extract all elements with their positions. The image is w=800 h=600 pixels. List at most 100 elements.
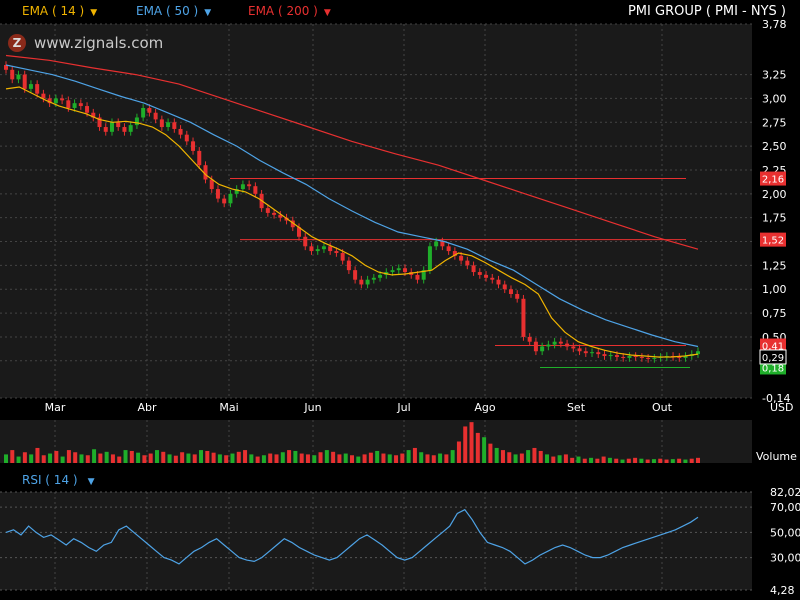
rsi-tick-label: 70,00 bbox=[770, 501, 800, 514]
volume-bar bbox=[243, 450, 248, 463]
volume-bar bbox=[167, 454, 172, 463]
candle bbox=[646, 357, 651, 359]
volume-bar bbox=[79, 454, 84, 463]
candle bbox=[696, 351, 700, 355]
candle bbox=[677, 356, 682, 358]
candle bbox=[621, 356, 626, 358]
volume-bar bbox=[343, 453, 348, 463]
volume-bar bbox=[129, 450, 134, 463]
volume-bar bbox=[199, 450, 204, 463]
candle bbox=[215, 189, 220, 199]
volume-bar bbox=[205, 450, 210, 463]
volume-bar bbox=[22, 452, 27, 463]
price-tick-label: 3,78 bbox=[762, 18, 787, 31]
candle bbox=[35, 84, 40, 94]
volume-bar bbox=[217, 454, 222, 463]
candle bbox=[490, 277, 495, 280]
volume-bar bbox=[173, 455, 178, 463]
candle bbox=[477, 272, 482, 275]
volume-bar bbox=[66, 450, 71, 463]
volume-bar bbox=[494, 447, 499, 463]
volume-bar bbox=[98, 453, 103, 463]
volume-bar bbox=[224, 455, 229, 463]
volume-bar bbox=[236, 451, 241, 463]
candle bbox=[315, 249, 320, 252]
candle bbox=[265, 208, 270, 213]
volume-bar bbox=[142, 455, 147, 463]
volume-bar bbox=[261, 455, 266, 463]
volume-bar bbox=[230, 453, 235, 463]
candle bbox=[22, 74, 27, 89]
rsi-selector[interactable]: RSI ( 14 ) ▼ bbox=[22, 473, 95, 487]
candle bbox=[353, 270, 358, 280]
volume-bar bbox=[607, 457, 612, 463]
candle bbox=[334, 251, 339, 253]
volume-bar bbox=[683, 459, 688, 463]
volume-bar bbox=[469, 422, 474, 463]
volume-bar bbox=[324, 450, 329, 463]
volume-bar bbox=[110, 454, 115, 463]
price-panel bbox=[0, 24, 752, 398]
candle bbox=[459, 255, 464, 261]
volume-bar bbox=[482, 437, 487, 463]
candle bbox=[346, 260, 351, 271]
volume-bar bbox=[299, 453, 304, 463]
volume-bar bbox=[192, 454, 197, 463]
volume-bar bbox=[85, 455, 90, 463]
volume-bar bbox=[658, 458, 663, 463]
candle bbox=[596, 352, 601, 355]
candle bbox=[103, 127, 108, 132]
candle bbox=[321, 246, 326, 250]
candle bbox=[66, 100, 71, 108]
level-badge-label: 0,18 bbox=[762, 363, 784, 374]
volume-bar bbox=[570, 457, 575, 463]
volume-bar bbox=[148, 453, 153, 463]
candle bbox=[471, 265, 476, 273]
watermark: Zwww.zignals.com bbox=[8, 34, 163, 52]
volume-bar bbox=[677, 458, 682, 463]
candle bbox=[78, 103, 83, 107]
candle bbox=[340, 252, 345, 261]
volume-bar bbox=[161, 451, 166, 463]
candle bbox=[28, 84, 33, 89]
volume-bar bbox=[633, 457, 638, 463]
volume-bar bbox=[400, 453, 405, 463]
volume-bar bbox=[337, 454, 342, 463]
volume-bar bbox=[268, 453, 273, 463]
dropdown-arrow-icon[interactable]: ▼ bbox=[88, 477, 95, 487]
candle bbox=[253, 186, 258, 194]
volume-bar bbox=[10, 450, 15, 463]
price-tick-label: 1,00 bbox=[762, 283, 787, 296]
candle bbox=[390, 270, 395, 273]
candle bbox=[191, 141, 196, 151]
volume-bar bbox=[48, 453, 53, 463]
volume-bar bbox=[557, 455, 562, 463]
candle bbox=[53, 98, 58, 104]
candle bbox=[159, 119, 164, 128]
candle bbox=[633, 356, 638, 358]
volume-bar bbox=[280, 452, 285, 463]
price-tick-label: 3,00 bbox=[762, 92, 787, 105]
volume-bar bbox=[356, 456, 361, 463]
volume-bar bbox=[180, 452, 185, 463]
candle bbox=[147, 107, 152, 113]
volume-bar bbox=[463, 426, 468, 463]
candle bbox=[16, 74, 21, 80]
candle bbox=[496, 279, 501, 285]
candle bbox=[484, 274, 489, 278]
month-tick-label: Jul bbox=[396, 401, 410, 414]
candle bbox=[533, 341, 538, 352]
volume-bar bbox=[425, 454, 430, 463]
volume-bar bbox=[362, 454, 367, 463]
month-tick-label: Mai bbox=[219, 401, 238, 414]
rsi-tick-label: 4,28 bbox=[770, 584, 795, 597]
volume-bar bbox=[475, 432, 480, 463]
volume-bar bbox=[488, 443, 493, 463]
volume-bar bbox=[419, 452, 424, 463]
chart-canvas[interactable]: 3,783,253,002,752,502,252,001,751,501,25… bbox=[0, 0, 800, 600]
candle bbox=[328, 246, 333, 252]
volume-bar bbox=[551, 456, 556, 463]
candle bbox=[427, 246, 432, 271]
zignals-logo-icon: Z bbox=[8, 34, 26, 52]
volume-bar bbox=[438, 453, 443, 463]
